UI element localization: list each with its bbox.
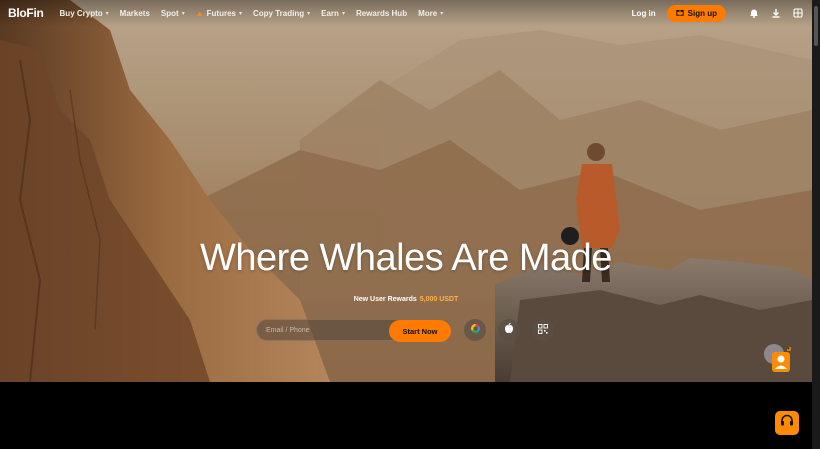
signup-button[interactable]: Sign up	[666, 4, 726, 22]
chevron-down-icon: ▾	[307, 10, 311, 17]
nav-actions: Log in Sign up	[632, 4, 804, 22]
nav-item-label: Copy Trading	[253, 8, 305, 18]
chevron-down-icon: ▾	[105, 10, 109, 17]
qr-code-icon	[538, 321, 548, 339]
nav-item-buy-crypto[interactable]: Buy Crypto ▾	[60, 9, 109, 18]
scrollbar-thumb[interactable]	[814, 6, 818, 46]
chevron-down-icon: ▾	[181, 10, 185, 17]
nav-item-rewards-hub[interactable]: Rewards Hub	[356, 9, 407, 18]
hero-headline: Where Whales Are Made	[200, 237, 612, 279]
qr-code-login-button[interactable]	[532, 319, 554, 341]
nav-item-markets[interactable]: Markets	[120, 9, 150, 18]
chevron-down-icon: ▾	[440, 10, 444, 17]
nav-item-earn[interactable]: Earn ▾	[321, 9, 345, 18]
start-now-button[interactable]: Start Now	[389, 320, 451, 342]
top-navigation: BloFin Buy Crypto ▾ Markets Spot ▾ ▲ Fut…	[0, 0, 812, 26]
promo-avatar-icon	[764, 344, 791, 372]
floating-promo-widget[interactable]	[760, 338, 796, 374]
reward-label: New User Rewards	[353, 296, 417, 303]
nav-item-label: Markets	[119, 8, 150, 18]
google-login-button[interactable]	[464, 319, 486, 341]
signup-label: Sign up	[687, 8, 717, 18]
google-icon	[470, 321, 481, 339]
nav-item-label: Buy Crypto	[59, 8, 103, 18]
nav-item-label: Rewards Hub	[355, 8, 408, 18]
fire-icon: ▲	[195, 8, 204, 18]
globe-icon[interactable]	[791, 7, 804, 20]
new-user-reward: New User Rewards 5,000 USDT	[0, 296, 812, 303]
hero-signup-form: Email / Phone Start Now	[256, 319, 554, 342]
apple-icon	[504, 321, 514, 339]
chevron-down-icon: ▾	[238, 10, 242, 17]
reward-amount: 5,000 USDT	[419, 296, 459, 303]
headset-icon	[780, 414, 794, 433]
nav-item-label: Spot	[160, 8, 179, 18]
chevron-down-icon: ▾	[341, 10, 345, 17]
nav-item-more[interactable]: More ▾	[418, 9, 443, 18]
nav-item-copy-trading[interactable]: Copy Trading ▾	[253, 9, 310, 18]
nav-item-label: Earn	[321, 8, 339, 18]
nav-item-label: Futures	[206, 8, 236, 18]
download-icon[interactable]	[769, 7, 782, 20]
apple-login-button[interactable]	[498, 319, 520, 341]
email-phone-input[interactable]: Email / Phone Start Now	[256, 319, 452, 342]
page-scrollbar[interactable]	[812, 0, 820, 449]
nav-item-futures[interactable]: ▲ Futures ▾	[196, 9, 242, 18]
bell-icon[interactable]	[747, 7, 760, 20]
email-placeholder: Email / Phone	[266, 326, 310, 334]
blofin-logo[interactable]: BloFin	[8, 6, 44, 20]
customer-support-button[interactable]	[775, 411, 799, 435]
gift-icon	[675, 8, 684, 18]
nav-item-spot[interactable]: Spot ▾	[161, 9, 185, 18]
login-link[interactable]: Log in	[632, 9, 656, 18]
nav-item-label: More	[418, 8, 438, 18]
